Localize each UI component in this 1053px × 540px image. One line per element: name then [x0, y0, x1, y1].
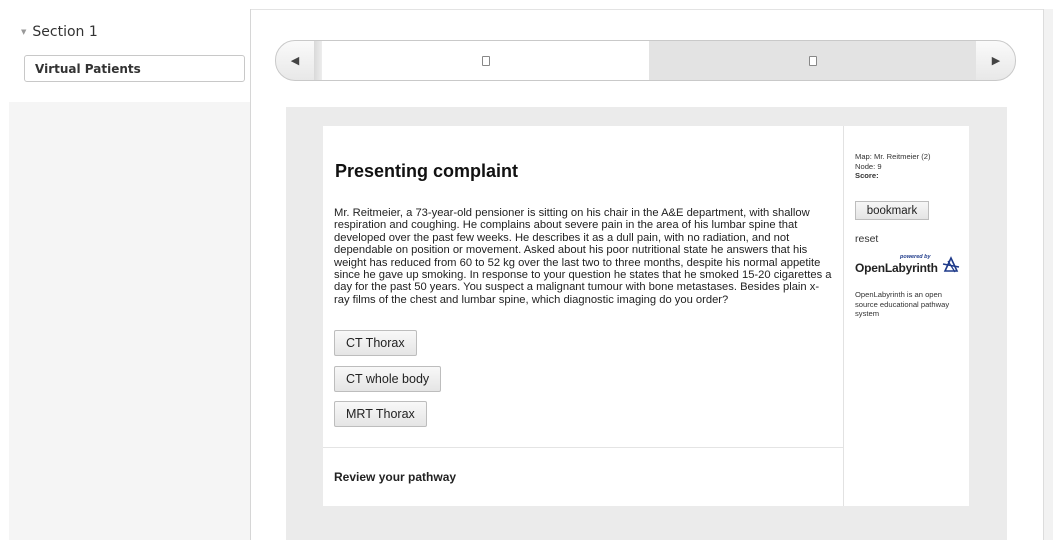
- carousel-slide-2[interactable]: [649, 41, 976, 80]
- reset-link[interactable]: reset: [855, 233, 878, 245]
- sidebar-panel: [9, 102, 250, 540]
- chevron-down-icon: ▼: [21, 28, 27, 36]
- about-text: OpenLabyrinth is an open source educatio…: [855, 290, 950, 319]
- node-number: Node: 9: [855, 161, 882, 171]
- map-info: Map: Mr. Reitmeier (2) Node: 9 Score:: [855, 152, 931, 181]
- map-name: Map: Mr. Reitmeier (2): [855, 152, 931, 161]
- node-card: [323, 126, 843, 506]
- sidebar-item-virtual-patients[interactable]: Virtual Patients: [24, 55, 245, 82]
- carousel-slide-1[interactable]: [322, 41, 649, 80]
- triangle-left-icon: ◀: [290, 55, 300, 67]
- carousel-prev-button[interactable]: ◀: [276, 41, 314, 80]
- node-text: Mr. Reitmeier, a 73-year-old pensioner i…: [334, 207, 832, 306]
- top-divider: [251, 9, 1043, 10]
- openlabyrinth-logo: powered by OpenLabyrinth: [855, 254, 965, 276]
- labyrinth-logo-icon: [942, 256, 960, 273]
- logo-text: OpenLabyrinth: [855, 261, 938, 275]
- triangle-right-icon: ▶: [991, 55, 1001, 67]
- answer-button-mrt-thorax[interactable]: MRT Thorax: [334, 401, 427, 427]
- answer-button-ct-whole-body[interactable]: CT whole body: [334, 366, 442, 392]
- scrollbar[interactable]: [1043, 9, 1053, 540]
- bookmark-button[interactable]: bookmark: [855, 201, 929, 220]
- document-icon: [808, 55, 817, 66]
- section-label: Section 1: [32, 24, 98, 40]
- review-pathway-link[interactable]: Review your pathway: [334, 470, 456, 484]
- section-toggle[interactable]: ▼ Section 1: [21, 24, 98, 40]
- score-label: Score:: [855, 171, 879, 181]
- sidebar-divider: [250, 9, 251, 540]
- carousel-next-button[interactable]: ▶: [977, 41, 1015, 80]
- carousel-separator: [314, 41, 322, 80]
- node-title: Presenting complaint: [335, 161, 519, 181]
- document-icon: [481, 55, 490, 66]
- answer-button-ct-thorax[interactable]: CT Thorax: [334, 330, 417, 356]
- powered-by-label: powered by: [900, 254, 931, 260]
- card-divider: [323, 447, 843, 448]
- slide-carousel: ◀ ▶: [275, 40, 1016, 81]
